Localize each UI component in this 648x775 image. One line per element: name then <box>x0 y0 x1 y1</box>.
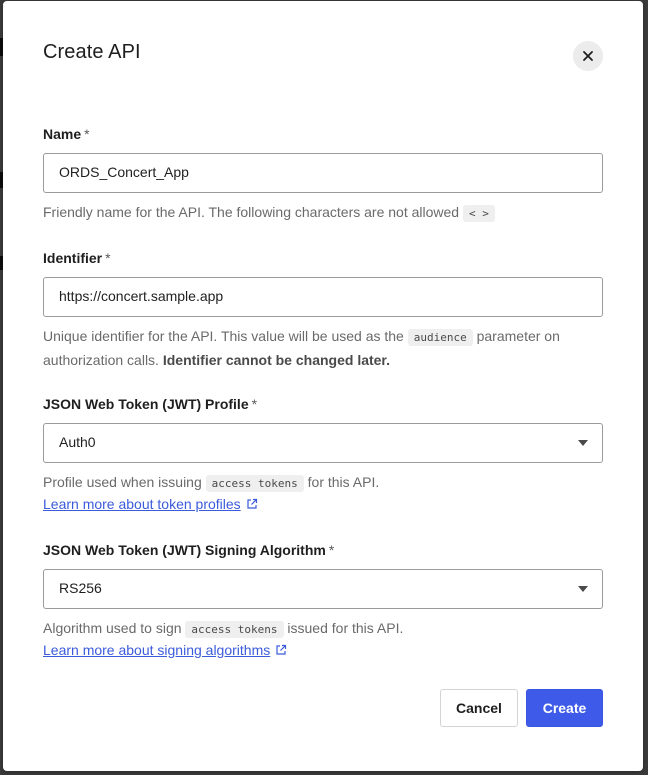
external-link-icon[interactable] <box>246 498 258 510</box>
identifier-label-text: Identifier <box>43 250 103 266</box>
name-label-text: Name <box>43 126 82 142</box>
identifier-help: Unique identifier for the API. This valu… <box>43 325 613 371</box>
signing-algorithm-help: Algorithm used to sign access tokens iss… <box>43 617 613 641</box>
token-profiles-link-row: Learn more about token profiles <box>43 493 613 515</box>
identifier-help-prefix: Unique identifier for the API. This valu… <box>43 328 404 344</box>
access-tokens-code: access tokens <box>205 475 304 492</box>
signing-algorithms-link[interactable]: Learn more about signing algorithms <box>43 642 270 658</box>
signing-algorithm-label-text: JSON Web Token (JWT) Signing Algorithm <box>43 542 326 558</box>
signing-algorithms-link-row: Learn more about signing algorithms <box>43 639 613 661</box>
jwt-profile-select[interactable]: Auth0 <box>43 423 603 463</box>
external-link-icon[interactable] <box>275 644 287 656</box>
jwt-profile-selected-value: Auth0 <box>59 434 96 450</box>
signing-algorithm-select[interactable]: RS256 <box>43 569 603 609</box>
required-mark: * <box>251 396 258 412</box>
jwt-profile-label: JSON Web Token (JWT) Profile * <box>43 396 257 412</box>
required-mark: * <box>105 250 111 266</box>
identifier-warning: Identifier cannot be changed later. <box>162 352 391 368</box>
name-help-text: Friendly name for the API. The following… <box>43 204 460 220</box>
audience-code: audience <box>407 329 473 346</box>
close-icon <box>583 51 593 61</box>
access-tokens-code: access tokens <box>185 621 284 638</box>
dialog-title: Create API <box>43 41 141 63</box>
create-api-dialog: Create API Name * ORDS_Concert_App Friend… <box>3 1 643 771</box>
name-label: Name * <box>43 126 90 142</box>
name-input-value: ORDS_Concert_App <box>59 164 189 180</box>
required-mark: * <box>328 542 335 558</box>
identifier-input[interactable]: https://concert.sample.app <box>43 277 603 317</box>
identifier-input-value: https://concert.sample.app <box>59 288 224 304</box>
token-profiles-link[interactable]: Learn more about token profiles <box>43 496 241 512</box>
chevron-down-icon <box>578 586 588 592</box>
cancel-button[interactable]: Cancel <box>440 689 518 727</box>
create-button[interactable]: Create <box>526 689 603 727</box>
signing-algorithm-help-suffix: issued for this API. <box>287 620 404 636</box>
signing-algorithm-help-prefix: Algorithm used to sign <box>43 620 182 636</box>
jwt-profile-help-prefix: Profile used when issuing <box>43 474 202 490</box>
disallowed-characters-code: < > <box>462 205 495 222</box>
identifier-label: Identifier * <box>43 250 111 266</box>
required-mark: * <box>84 126 90 142</box>
jwt-profile-label-text: JSON Web Token (JWT) Profile <box>43 396 249 412</box>
jwt-profile-help-suffix: for this API. <box>307 474 380 490</box>
name-help: Friendly name for the API. The following… <box>43 201 613 225</box>
signing-algorithm-label: JSON Web Token (JWT) Signing Algorithm * <box>43 542 334 558</box>
signing-algorithm-selected-value: RS256 <box>59 580 102 596</box>
name-input[interactable]: ORDS_Concert_App <box>43 153 603 193</box>
close-button[interactable] <box>573 41 603 71</box>
chevron-down-icon <box>578 440 588 446</box>
jwt-profile-help: Profile used when issuing access tokens … <box>43 471 613 495</box>
